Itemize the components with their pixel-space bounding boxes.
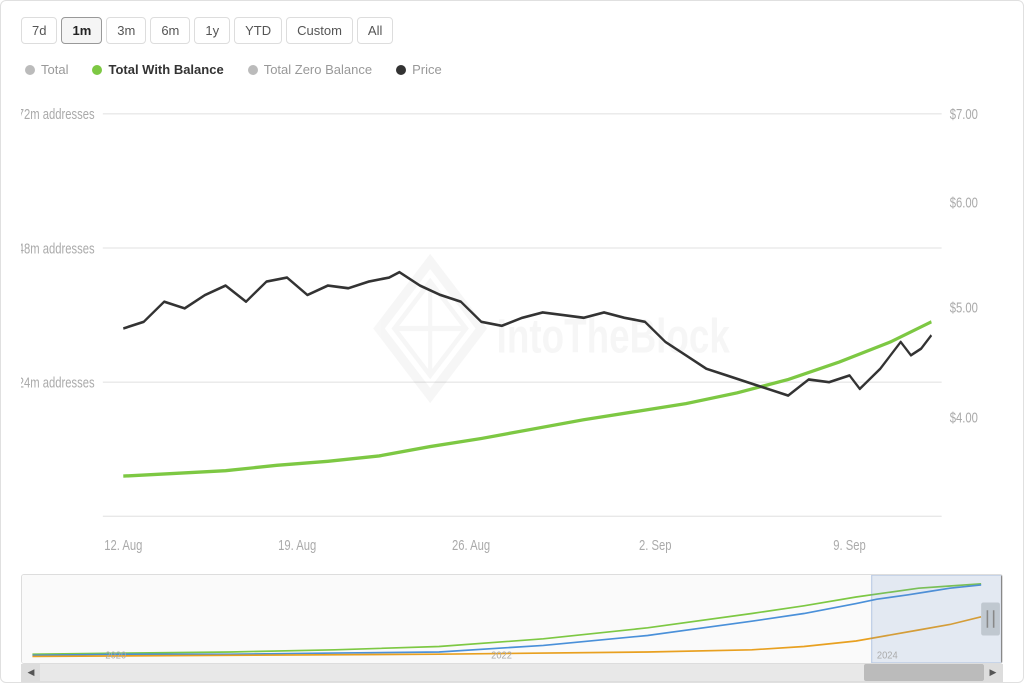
btn-6m[interactable]: 6m: [150, 17, 190, 44]
svg-text:$6.00: $6.00: [950, 194, 978, 211]
svg-text:24m addresses: 24m addresses: [21, 374, 95, 391]
svg-text:12. Aug: 12. Aug: [104, 536, 142, 553]
btn-7d[interactable]: 7d: [21, 17, 57, 44]
svg-text:19. Aug: 19. Aug: [278, 536, 316, 553]
price-dot: [396, 65, 406, 75]
legend-total-zero-balance: Total Zero Balance: [248, 62, 372, 77]
btn-custom[interactable]: Custom: [286, 17, 353, 44]
mini-chart-container[interactable]: 2020 2022 2024: [21, 574, 1003, 664]
legend-price: Price: [396, 62, 442, 77]
svg-text:72m addresses: 72m addresses: [21, 106, 95, 123]
main-chart: 72m addresses 48m addresses 24m addresse…: [21, 87, 1003, 570]
scroll-left-arrow[interactable]: ◀: [22, 664, 40, 682]
svg-text:2022: 2022: [491, 650, 512, 661]
svg-text:2. Sep: 2. Sep: [639, 536, 672, 553]
total-with-balance-label: Total With Balance: [108, 62, 223, 77]
time-range-selector: 7d 1m 3m 6m 1y YTD Custom All: [21, 17, 1003, 44]
btn-all[interactable]: All: [357, 17, 393, 44]
svg-text:$5.00: $5.00: [950, 299, 978, 316]
scroll-track[interactable]: [40, 664, 984, 681]
total-label: Total: [41, 62, 68, 77]
btn-3m[interactable]: 3m: [106, 17, 146, 44]
svg-text:2020: 2020: [105, 650, 126, 661]
mini-chart-svg: 2020 2022 2024: [22, 575, 1002, 663]
svg-text:26. Aug: 26. Aug: [452, 536, 490, 553]
svg-text:IntoTheBlock: IntoTheBlock: [497, 310, 730, 364]
chart-container: 7d 1m 3m 6m 1y YTD Custom All Total Tota…: [0, 0, 1024, 683]
btn-1y[interactable]: 1y: [194, 17, 230, 44]
svg-text:9. Sep: 9. Sep: [833, 536, 866, 553]
svg-text:48m addresses: 48m addresses: [21, 240, 95, 257]
legend-total-with-balance: Total With Balance: [92, 62, 223, 77]
scroll-right-arrow[interactable]: ▶: [984, 664, 1002, 682]
main-chart-svg: 72m addresses 48m addresses 24m addresse…: [21, 87, 1003, 570]
scroll-thumb[interactable]: [864, 664, 984, 681]
chart-legend: Total Total With Balance Total Zero Bala…: [21, 62, 1003, 77]
chart-area: 72m addresses 48m addresses 24m addresse…: [21, 87, 1003, 682]
btn-ytd[interactable]: YTD: [234, 17, 282, 44]
svg-text:2024: 2024: [877, 650, 898, 661]
total-with-balance-dot: [92, 65, 102, 75]
total-zero-balance-label: Total Zero Balance: [264, 62, 372, 77]
svg-text:$7.00: $7.00: [950, 106, 978, 123]
price-label: Price: [412, 62, 442, 77]
total-zero-balance-dot: [248, 65, 258, 75]
btn-1m[interactable]: 1m: [61, 17, 102, 44]
legend-total: Total: [25, 62, 68, 77]
total-dot: [25, 65, 35, 75]
svg-text:$4.00: $4.00: [950, 409, 978, 426]
scrollbar[interactable]: ◀ ▶: [21, 664, 1003, 682]
